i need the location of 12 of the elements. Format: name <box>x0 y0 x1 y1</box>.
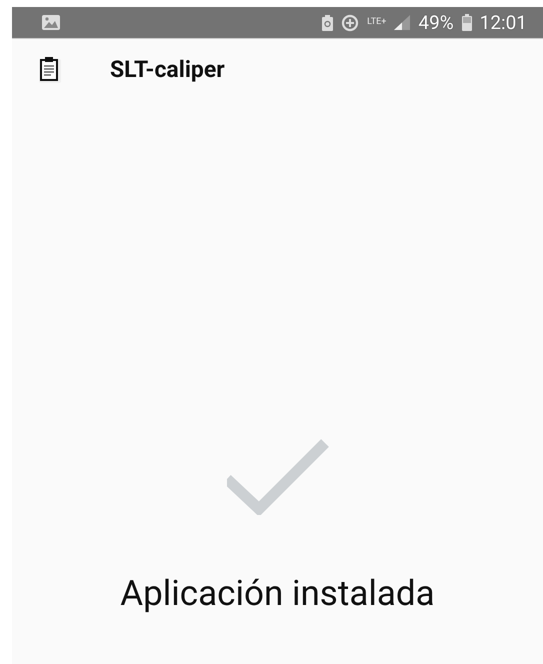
signal-icon <box>394 15 410 30</box>
network-type-label: LTE+ <box>367 18 386 27</box>
app-title: SLT-caliper <box>110 56 225 82</box>
battery-icon <box>462 14 472 31</box>
install-status-message: Aplicación instalada <box>120 573 435 614</box>
battery-percentage: 49% <box>418 11 454 34</box>
clock-time: 12:01 <box>480 11 527 34</box>
checkmark-icon <box>226 439 328 515</box>
data-saver-icon <box>341 14 360 32</box>
battery-saver-icon <box>322 14 334 30</box>
clipboard-icon <box>38 56 62 82</box>
image-icon <box>42 15 60 30</box>
